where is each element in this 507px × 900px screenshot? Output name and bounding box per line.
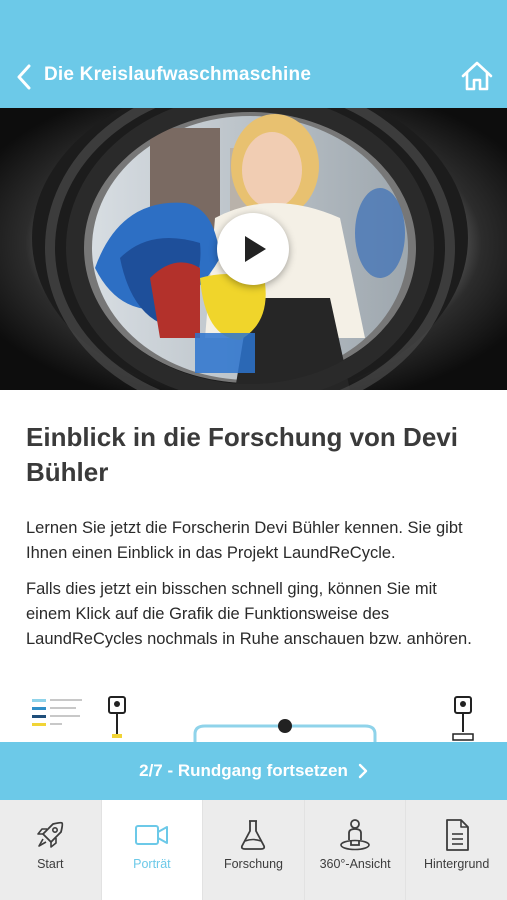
play-icon (245, 236, 266, 262)
process-graphic-image (32, 696, 474, 742)
tab-forschung[interactable]: Forschung (203, 800, 305, 900)
process-graphic[interactable] (0, 690, 507, 742)
tab-label: Forschung (223, 857, 284, 871)
continue-tour-label: 2/7 - Rundgang fortsetzen (139, 761, 348, 780)
hint-paragraph: Falls dies jetzt ein bisschen schnell gi… (26, 580, 472, 648)
continue-tour-button[interactable]: 2/7 - Rundgang fortsetzen (0, 742, 507, 800)
flask-icon (235, 818, 271, 852)
intro-paragraph: Lernen Sie jetzt die Forscherin Devi Büh… (26, 519, 463, 562)
tab-start[interactable]: Start (0, 800, 102, 900)
tab-portraet[interactable]: Porträt (101, 800, 204, 900)
chevron-right-icon (358, 763, 368, 779)
page-title: Die Kreislaufwaschmaschine (44, 64, 312, 85)
video-player[interactable] (0, 108, 507, 390)
back-button[interactable] (10, 60, 38, 94)
tab-360-ansicht[interactable]: 360°-Ansicht (305, 800, 407, 900)
tab-bar: Start Porträt Forschung 360°-Ansicht Hin… (0, 800, 507, 900)
home-button[interactable] (460, 60, 496, 94)
tab-label: Start (37, 857, 64, 871)
app-header: Die Kreislaufwaschmaschine (0, 0, 507, 108)
play-button[interactable] (217, 213, 289, 285)
rocket-icon (32, 818, 68, 852)
person-360-icon (337, 818, 373, 852)
document-icon (439, 818, 475, 852)
tab-label: Hintergrund (424, 857, 490, 871)
tab-hintergrund[interactable]: Hintergrund (406, 800, 507, 900)
chevron-left-icon (17, 64, 31, 90)
video-camera-icon (134, 818, 170, 852)
home-icon (461, 61, 493, 91)
article-title: Einblick in die Forschung von Devi Bühle… (26, 422, 458, 487)
tab-label: 360°-Ansicht (319, 857, 391, 871)
tab-label: Porträt (133, 857, 171, 871)
article: Einblick in die Forschung von Devi Bühle… (26, 420, 481, 663)
